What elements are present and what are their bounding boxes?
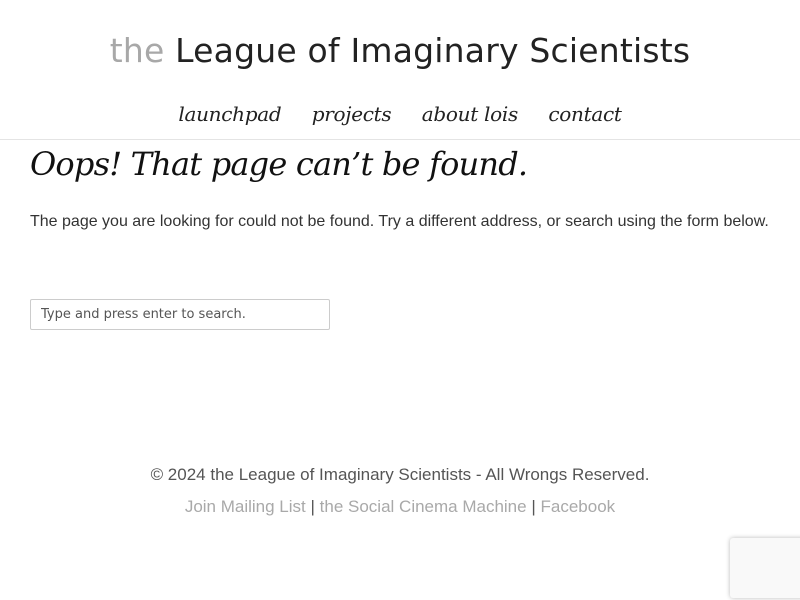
footer-separator: | [310,497,315,516]
logo-main: League of Imaginary Scientists [175,31,691,70]
nav-item-about-lois[interactable]: about lois [422,98,518,130]
facebook-link[interactable]: Facebook [541,497,616,516]
nav-item-launchpad[interactable]: launchpad [178,98,281,130]
footer-separator: | [531,497,536,516]
footer-links: Join Mailing List | the Social Cinema Ma… [0,493,800,521]
join-mailing-list-link[interactable]: Join Mailing List [185,497,306,516]
search-form [30,299,330,330]
not-found-message: The page you are looking for could not b… [30,213,769,230]
page-title: Oops! That page can’t be found. [30,145,528,183]
main-nav: launchpad projects about lois contact [0,98,800,130]
search-input[interactable] [30,299,330,330]
site-logo[interactable]: the League of Imaginary Scientists [0,28,800,74]
nav-item-contact[interactable]: contact [548,98,622,130]
recaptcha-badge[interactable] [730,538,800,598]
social-cinema-machine-link[interactable]: the Social Cinema Machine [320,497,527,516]
nav-item-projects[interactable]: projects [312,98,392,130]
logo-prefix: the [109,31,165,70]
copyright-text: © 2024 the League of Imaginary Scientist… [150,465,650,484]
header-divider [0,139,800,140]
